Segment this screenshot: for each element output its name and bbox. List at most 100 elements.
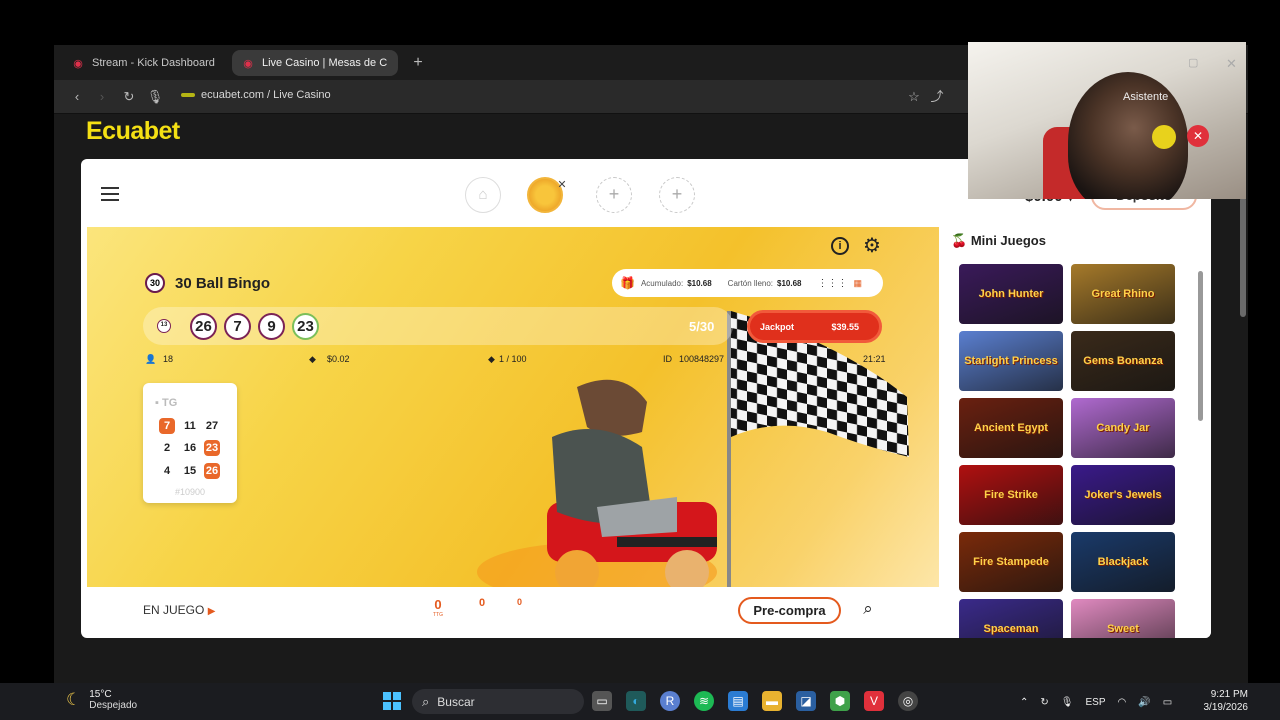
mini-game-tile[interactable]: John Hunter [959,264,1063,324]
page-scrollbar[interactable] [1237,183,1248,720]
url-text: ecuabet.com / Live Casino [201,89,331,101]
back-icon[interactable]: ‹ [68,88,86,106]
game-status-text: EN JUEGO [143,603,205,617]
task-view-icon[interactable]: ▭ [592,691,612,711]
game-title-text: 30 Ball Bingo [175,274,271,292]
browser-icon[interactable]: ◐ [626,691,646,711]
mini-games-grid: John Hunter Great Rhino Starlight Princess… [959,264,1179,638]
game-logo-icon: ▦ [853,277,863,288]
mini-game-tile[interactable]: Fire Stampede [959,532,1063,592]
round-id-label: ID [663,354,672,364]
ball-count-badge: 30 [145,273,165,293]
sidebar-scroll-thumb[interactable] [1198,271,1203,421]
tab-live-casino[interactable]: ◉ Live Casino | Mesas de C [232,50,398,76]
reload-icon[interactable]: ↻ [120,88,138,106]
store-icon[interactable]: ▤ [728,691,748,711]
language-indicator[interactable]: ESP [1085,697,1105,708]
card-cell: 15 [183,465,197,477]
weather-widget[interactable]: ☾ 15°C Despejado [66,689,137,711]
editor-icon[interactable]: ◪ [796,691,816,711]
wifi-icon[interactable]: ◠ [1118,697,1127,708]
bookmark-star-icon[interactable]: ☆ [905,88,923,106]
microphone-icon[interactable]: 🎙 [1061,697,1074,708]
tab-label: Live Casino | Mesas de C [262,57,388,69]
site-info-icon[interactable] [181,93,195,97]
forward-icon[interactable]: › [93,88,111,106]
volume-icon[interactable]: 🔊 [1138,697,1150,708]
app-icon[interactable]: R [660,691,680,711]
mini-game-tile[interactable]: Starlight Princess [959,331,1063,391]
file-explorer-icon[interactable]: ▬ [762,691,782,711]
mic-icon[interactable]: 🎙 [146,88,164,106]
taskbar-search[interactable]: ⌕ Buscar [412,689,584,714]
ecuabet-logo[interactable]: Ecuabet [86,117,180,146]
grid-icon[interactable]: ⋮⋮⋮ [818,278,848,289]
moon-icon: ☾ [66,690,82,709]
price-tag-icon: ◆ [309,354,316,364]
add-game-slot-2[interactable]: + [659,177,695,213]
tray-chevron-icon[interactable]: ⌃ [1020,697,1028,708]
card-cell: 26 [204,463,220,479]
kick-favicon-icon: ◉ [73,57,83,70]
page-viewport: Ecuabet ⌂ ✕ + + $0.00 ▾ Depósito [54,114,1248,720]
casino-panel: ⌂ ✕ + + $0.00 ▾ Depósito [81,159,1211,638]
page-scroll-thumb[interactable] [1240,197,1246,317]
home-icon[interactable]: ⌂ [465,177,501,213]
mini-game-tile[interactable]: Sweet [1071,599,1175,638]
tab-kick-dashboard[interactable]: ◉ Stream - Kick Dashboard [62,50,228,76]
ball-progress: 5/30 [689,319,715,334]
card-cell: 2 [163,442,171,454]
taskbar-clock[interactable]: 9:21 PM 3/19/2026 [1196,688,1249,714]
search-placeholder: Buscar [437,694,475,709]
cube-app-icon[interactable]: ⬢ [830,691,850,711]
mini-game-tile[interactable]: Ancient Egypt [959,398,1063,458]
share-icon[interactable]: ⤴ [928,88,946,106]
settings-gear-icon[interactable]: ⚙ [863,236,883,256]
mini-game-tile[interactable]: Joker's Jewels [1071,465,1175,525]
accumulated-value: $10.68 [687,278,712,288]
add-game-slot-1[interactable]: + [596,177,632,213]
game-footer: EN JUEGO ▶ 0 TTG 0 0 Pre-compra ⌕ [87,587,939,638]
mini-games-sidebar: 🍒 Mini Juegos John Hunter Great Rhino Star… [939,227,1211,638]
sync-icon[interactable]: ↻ [1040,697,1048,708]
accumulated-label: Acumulado: [640,278,684,288]
round-id: 100848297 [679,354,725,364]
cards-count: 1 / 100 [499,354,527,364]
maximize-icon[interactable]: ▢ [1188,56,1198,69]
mini-game-tile[interactable]: Fire Strike [959,465,1063,525]
card-tag: ▪ TG [155,397,178,409]
mini-game-tile[interactable]: Great Rhino [1071,264,1175,324]
temperature: 15°C [89,689,112,700]
new-tab-button[interactable]: + [408,53,428,73]
prize-info-bar: 🎁 Acumulado: $10.68 Cartón lleno: $10.68… [612,269,883,297]
bingo-card[interactable]: ▪ TG 7 11 27 2 16 23 4 15 26 #10900 [143,383,237,503]
mini-game-tile[interactable]: Blackjack [1071,532,1175,592]
mini-game-tile[interactable]: Candy Jar [1071,398,1175,458]
cherry-icon: 🍒 [951,233,968,248]
jackpot-button[interactable]: Jackpot $39.55 [747,310,882,343]
precompra-button[interactable]: Pre-compra [738,597,841,624]
battery-icon[interactable]: ▭ [1163,697,1172,708]
full-card-value: $10.68 [777,278,802,288]
clock-time: 9:21 PM [1210,689,1248,700]
assistant-minimize-button[interactable] [1152,125,1176,149]
players-icon: 👤 [145,354,157,364]
window-close-icon[interactable]: ✕ [1226,56,1237,72]
mini-game-tile[interactable]: Gems Bonanza [1071,331,1175,391]
windows-start-icon[interactable] [383,692,401,710]
mini-game-tile[interactable]: Spaceman [959,599,1063,638]
zoom-icon[interactable]: ⌕ [858,599,878,619]
vivaldi-icon[interactable]: V [864,691,884,711]
close-game-icon[interactable]: ✕ [556,179,568,191]
obs-icon[interactable]: ◎ [898,691,918,711]
sidebar-scrollbar[interactable] [1197,261,1203,636]
assistant-close-button[interactable]: ✕ [1187,125,1209,147]
taskbar: ☾ 15°C Despejado ⌕ Buscar ▭ ◐ R ≋ ▤ ▬ ◪ … [0,683,1280,720]
card-tag-text: TG [161,397,178,409]
card-id: #10900 [174,487,206,497]
spotify-icon[interactable]: ≋ [694,691,714,711]
info-icon[interactable]: i [831,237,849,255]
driver-illustration [477,379,717,587]
hamburger-menu-icon[interactable] [101,187,119,203]
url-field[interactable]: ecuabet.com / Live Casino [181,89,331,101]
